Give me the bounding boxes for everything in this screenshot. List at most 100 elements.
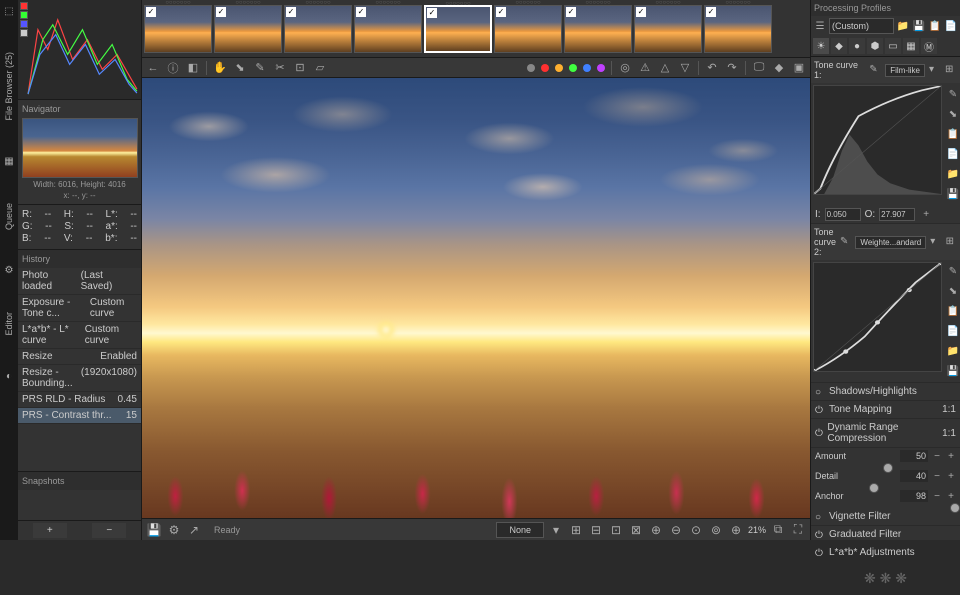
label-yellow[interactable] — [555, 64, 563, 72]
gamut-icon[interactable]: ◆ — [772, 61, 786, 75]
curve1-input-o[interactable] — [879, 208, 915, 221]
history-item-selected[interactable]: PRS - Contrast thr...15 — [18, 408, 141, 424]
drc-amount-value[interactable]: 50 — [900, 450, 928, 462]
curve-load-icon[interactable]: 📁 — [946, 167, 960, 181]
label-red[interactable] — [541, 64, 549, 72]
picker-icon[interactable]: ⬊ — [233, 61, 247, 75]
minus-button[interactable]: − — [932, 451, 942, 462]
clip-shadow-icon[interactable]: △ — [658, 61, 672, 75]
history-item[interactable]: ResizeEnabled — [18, 349, 141, 365]
curve1-input-i[interactable] — [825, 208, 861, 221]
curve-paste-icon[interactable]: 📄 — [946, 324, 960, 338]
tab-advanced-icon[interactable]: ⬢ — [867, 38, 883, 54]
info-icon[interactable]: ⓘ — [166, 61, 180, 75]
history-item[interactable]: Photo loaded(Last Saved) — [18, 268, 141, 295]
drc-anchor-value[interactable]: 98 — [900, 490, 928, 502]
hist-blue-toggle[interactable] — [20, 20, 28, 28]
drc-detail-value[interactable]: 40 — [900, 470, 928, 482]
tab-editor[interactable]: Editor — [2, 308, 16, 340]
external-editor-icon[interactable]: ↗ — [186, 522, 202, 538]
chevron-down-icon[interactable]: ▾ — [930, 236, 941, 248]
curve-edit-icon[interactable]: ✎ — [946, 264, 960, 278]
shadows-highlights-section[interactable]: ○Shadows/Highlights — [811, 383, 960, 401]
drc-section-header[interactable]: ⏻Dynamic Range Compression1:1 — [811, 419, 960, 448]
chevron-down-icon[interactable]: ▾ — [548, 522, 564, 538]
chevron-down-icon[interactable]: ▾ — [929, 64, 941, 76]
snapshot-add-button[interactable]: + — [33, 523, 67, 538]
mode-icon[interactable]: ☰ — [813, 19, 827, 33]
zoom-fit-icon[interactable]: ⊙ — [688, 522, 704, 538]
rotate-right-icon[interactable]: ↷ — [725, 61, 739, 75]
tone-mapping-section[interactable]: ⏻Tone Mapping1:1 — [811, 401, 960, 419]
load-profile-icon[interactable]: 📁 — [896, 19, 910, 33]
thumbnail[interactable]: ○○○○○○○✓ — [144, 5, 212, 53]
lab-section[interactable]: ⏻L*a*b* Adjustments — [811, 544, 960, 562]
curve2-type-select[interactable]: Weighte...andard — [855, 236, 926, 249]
curve-copy-icon[interactable]: 📋 — [946, 127, 960, 141]
layout-1-icon[interactable]: ⊞ — [568, 522, 584, 538]
histogram[interactable] — [18, 0, 141, 100]
curve1-type-select[interactable]: Film-like — [885, 64, 925, 77]
minus-button[interactable]: − — [932, 471, 942, 482]
softproof-icon[interactable]: ▣ — [792, 61, 806, 75]
hand-icon[interactable]: ✋ — [213, 61, 227, 75]
thumbnail[interactable]: ○○○○○○○✓ — [494, 5, 562, 53]
curve-copy-icon[interactable]: 📋 — [946, 304, 960, 318]
gear-icon[interactable]: ⚙ — [2, 264, 16, 278]
navigator-preview[interactable] — [22, 118, 138, 178]
tab-raw-icon[interactable]: ▦ — [903, 38, 919, 54]
tab-transform-icon[interactable]: ▭ — [885, 38, 901, 54]
plus-button[interactable]: + — [946, 491, 956, 502]
copy-profile-icon[interactable]: 📋 — [928, 19, 942, 33]
filmstrip[interactable]: ○○○○○○○✓ ○○○○○○○✓ ○○○○○○○✓ ○○○○○○○✓ ○○○○… — [142, 0, 810, 58]
save-icon[interactable]: 💾 — [146, 522, 162, 538]
curve-edit-icon[interactable]: ✎ — [946, 87, 960, 101]
label-blue[interactable] — [583, 64, 591, 72]
layout-3-icon[interactable]: ⊡ — [608, 522, 624, 538]
expand-icon[interactable]: ⊞ — [945, 64, 957, 76]
tab-exposure-icon[interactable]: ☀ — [813, 38, 829, 54]
label-none[interactable] — [527, 64, 535, 72]
hist-green-toggle[interactable] — [20, 11, 28, 19]
history-item[interactable]: L*a*b* - L* curveCustom curve — [18, 322, 141, 349]
curve-save-icon[interactable]: 💾 — [946, 364, 960, 378]
thumbnail-selected[interactable]: ○○○○○○○✓ — [424, 5, 492, 53]
clip-highlight-icon[interactable]: ▽ — [678, 61, 692, 75]
tab-color-icon[interactable]: ● — [849, 38, 865, 54]
tab-queue[interactable]: Queue — [2, 199, 16, 234]
vignette-section[interactable]: ○Vignette Filter — [811, 508, 960, 526]
aperture-icon[interactable]: ◐ — [2, 369, 16, 383]
tone-curve-2[interactable] — [813, 262, 942, 372]
folder-icon[interactable]: ▦ — [2, 155, 16, 169]
hist-luma-toggle[interactable] — [20, 29, 28, 37]
thumbnail[interactable]: ○○○○○○○✓ — [354, 5, 422, 53]
tone-curve-1[interactable] — [813, 85, 942, 195]
curve-type-icon[interactable]: ✎ — [840, 236, 851, 248]
wb-picker-icon[interactable]: ✎ — [253, 61, 267, 75]
crosshair-icon[interactable]: ⊕ — [648, 522, 664, 538]
profile-select[interactable]: (Custom) — [829, 18, 894, 34]
crop-icon[interactable]: ✂ — [273, 61, 287, 75]
rotate-left-icon[interactable]: ↶ — [705, 61, 719, 75]
paste-profile-icon[interactable]: 📄 — [944, 19, 958, 33]
layout-2-icon[interactable]: ⊟ — [588, 522, 604, 538]
background-select[interactable]: None — [496, 522, 544, 538]
before-after-icon[interactable]: ◧ — [186, 61, 200, 75]
graduated-section[interactable]: ⏻Graduated Filter — [811, 526, 960, 544]
curve-type-icon[interactable]: ✎ — [869, 64, 881, 76]
zoom-in-icon[interactable]: ⊕ — [728, 522, 744, 538]
monitor-icon[interactable]: 🖵 — [752, 61, 766, 75]
history-item[interactable]: Resize - Bounding...(1920x1080) — [18, 365, 141, 392]
tab-detail-icon[interactable]: ◆ — [831, 38, 847, 54]
label-purple[interactable] — [597, 64, 605, 72]
perspective-icon[interactable]: ▱ — [313, 61, 327, 75]
thumbnail[interactable]: ○○○○○○○✓ — [704, 5, 772, 53]
tab-file-browser[interactable]: File Browser (25) — [2, 48, 16, 125]
arrow-left-icon[interactable]: ← — [146, 61, 160, 75]
hist-red-toggle[interactable] — [20, 2, 28, 10]
curve-paste-icon[interactable]: 📄 — [946, 147, 960, 161]
thumbnail[interactable]: ○○○○○○○✓ — [634, 5, 702, 53]
plus-button[interactable]: + — [946, 451, 956, 462]
thumbnail[interactable]: ○○○○○○○✓ — [564, 5, 632, 53]
history-item[interactable]: Exposure - Tone c...Custom curve — [18, 295, 141, 322]
